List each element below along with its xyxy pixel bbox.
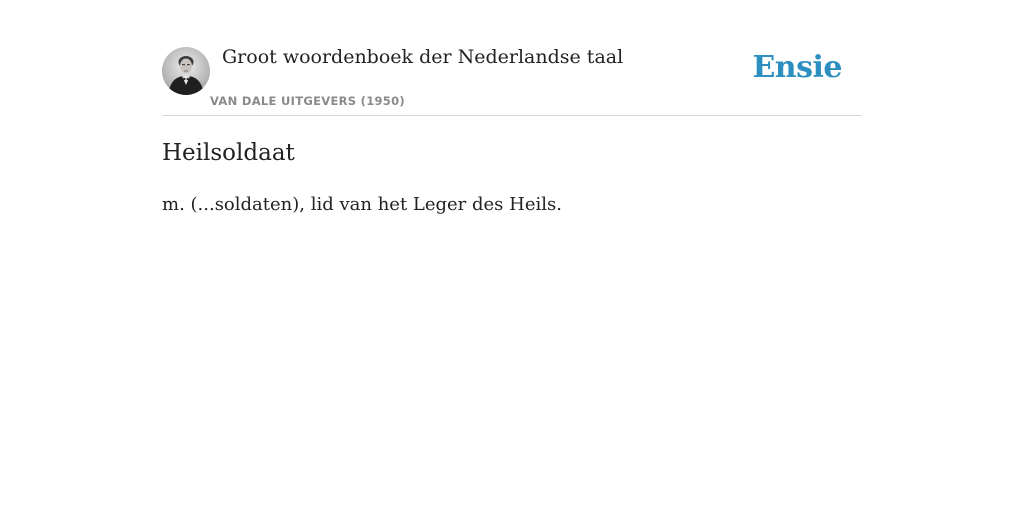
page: Groot woordenboek der Nederlandse taal V…: [0, 0, 1024, 512]
entry-headword: Heilsoldaat: [162, 140, 295, 166]
author-portrait-avatar[interactable]: [162, 47, 210, 95]
publisher-label: VAN DALE UITGEVERS (1950): [210, 94, 405, 108]
portrait-icon: [162, 47, 210, 95]
ensie-logo-link[interactable]: Ensie: [752, 50, 842, 85]
source-header: Groot woordenboek der Nederlandse taal V…: [162, 40, 862, 116]
book-title-link[interactable]: Groot woordenboek der Nederlandse taal: [222, 46, 623, 68]
entry-definition: m. (...soldaten), lid van het Leger des …: [162, 194, 562, 215]
